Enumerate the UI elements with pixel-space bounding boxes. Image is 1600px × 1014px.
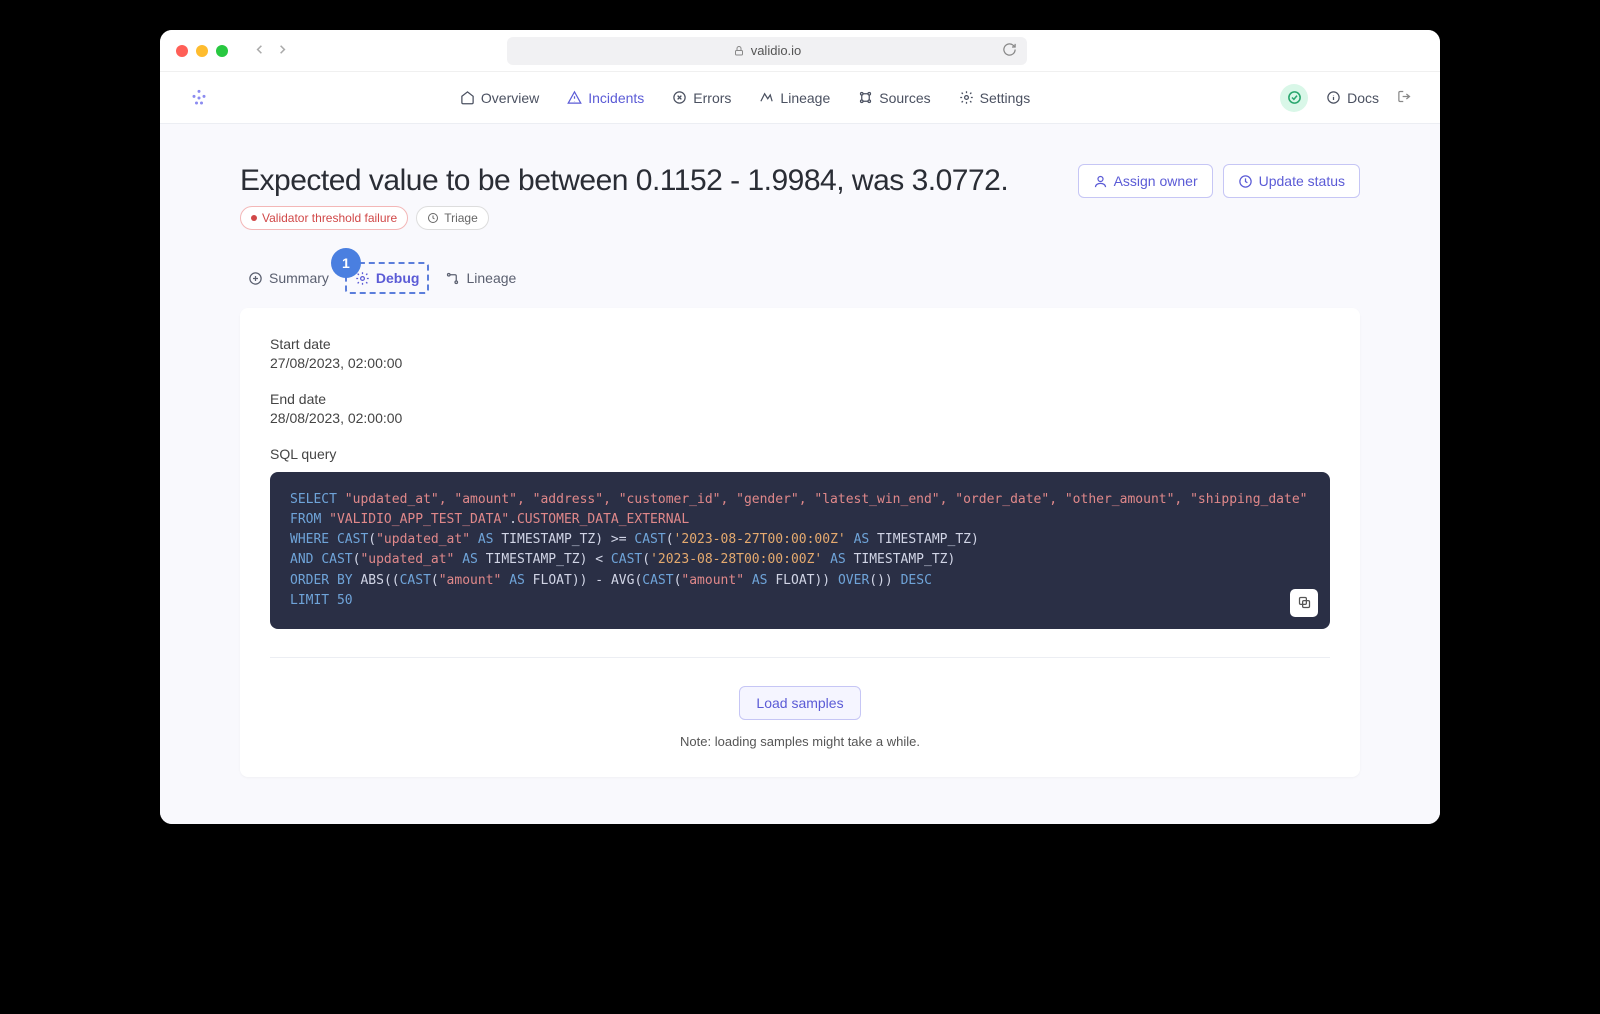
lineage-icon bbox=[759, 90, 774, 105]
minimize-window[interactable] bbox=[196, 45, 208, 57]
maximize-window[interactable] bbox=[216, 45, 228, 57]
traffic-lights bbox=[176, 45, 228, 57]
nav-settings-label: Settings bbox=[980, 90, 1031, 106]
browser-nav-arrows bbox=[252, 42, 290, 60]
badge-failure: Validator threshold failure bbox=[240, 206, 408, 230]
end-date-value: 28/08/2023, 02:00:00 bbox=[270, 410, 1330, 426]
assign-owner-label: Assign owner bbox=[1114, 173, 1198, 189]
copy-icon bbox=[1297, 595, 1312, 610]
load-note: Note: loading samples might take a while… bbox=[270, 734, 1330, 749]
lineage-icon bbox=[445, 271, 460, 286]
start-date-label: Start date bbox=[270, 336, 1330, 352]
page-title: Expected value to be between 0.1152 - 1.… bbox=[240, 164, 1008, 198]
info-icon bbox=[1326, 90, 1341, 105]
nav-right: Docs bbox=[1280, 84, 1412, 112]
nav-sources-label: Sources bbox=[879, 90, 930, 106]
load-section: Load samples Note: loading samples might… bbox=[270, 686, 1330, 749]
nav-lineage[interactable]: Lineage bbox=[759, 90, 830, 106]
browser-window: validio.io Overview Incidents Errors bbox=[160, 30, 1440, 824]
nav-incidents-label: Incidents bbox=[588, 90, 644, 106]
tab-lineage[interactable]: Lineage bbox=[437, 264, 524, 292]
status-indicator[interactable] bbox=[1280, 84, 1308, 112]
badge-triage-label: Triage bbox=[444, 211, 478, 225]
start-date-value: 27/08/2023, 02:00:00 bbox=[270, 355, 1330, 371]
debug-panel: Start date 27/08/2023, 02:00:00 End date… bbox=[240, 308, 1360, 777]
back-button[interactable] bbox=[252, 42, 267, 60]
tab-summary-label: Summary bbox=[269, 270, 329, 286]
forward-button[interactable] bbox=[275, 42, 290, 60]
logout-icon[interactable] bbox=[1397, 89, 1412, 107]
nav-settings[interactable]: Settings bbox=[959, 90, 1031, 106]
nav-center: Overview Incidents Errors Lineage Source… bbox=[460, 90, 1030, 106]
warning-icon bbox=[567, 90, 582, 105]
badges-row: Validator threshold failure Triage bbox=[240, 206, 1008, 230]
load-samples-button[interactable]: Load samples bbox=[739, 686, 860, 720]
error-icon bbox=[672, 90, 687, 105]
reload-icon[interactable] bbox=[1002, 42, 1017, 60]
nav-overview[interactable]: Overview bbox=[460, 90, 539, 106]
nav-errors[interactable]: Errors bbox=[672, 90, 731, 106]
check-icon bbox=[1287, 90, 1302, 105]
home-icon bbox=[460, 90, 475, 105]
plus-circle-icon bbox=[248, 271, 263, 286]
page-header: Expected value to be between 0.1152 - 1.… bbox=[240, 164, 1360, 230]
clock-icon bbox=[1238, 174, 1253, 189]
nav-docs[interactable]: Docs bbox=[1326, 90, 1379, 106]
gear-icon bbox=[959, 90, 974, 105]
nav-errors-label: Errors bbox=[693, 90, 731, 106]
close-window[interactable] bbox=[176, 45, 188, 57]
url-text: validio.io bbox=[751, 43, 802, 58]
tab-lineage-label: Lineage bbox=[466, 270, 516, 286]
nav-lineage-label: Lineage bbox=[780, 90, 830, 106]
url-bar[interactable]: validio.io bbox=[507, 37, 1027, 65]
app-topnav: Overview Incidents Errors Lineage Source… bbox=[160, 72, 1440, 124]
assign-owner-button[interactable]: Assign owner bbox=[1078, 164, 1213, 198]
update-status-button[interactable]: Update status bbox=[1223, 164, 1360, 198]
nav-sources[interactable]: Sources bbox=[858, 90, 930, 106]
nav-overview-label: Overview bbox=[481, 90, 539, 106]
detail-tabs: Summary 1 Debug Lineage bbox=[240, 262, 1360, 294]
copy-sql-button[interactable] bbox=[1290, 589, 1318, 617]
clock-icon bbox=[427, 212, 439, 224]
sources-icon bbox=[858, 90, 873, 105]
end-date-label: End date bbox=[270, 391, 1330, 407]
nav-incidents[interactable]: Incidents bbox=[567, 90, 644, 106]
badge-failure-label: Validator threshold failure bbox=[262, 211, 397, 225]
header-actions: Assign owner Update status bbox=[1078, 164, 1360, 198]
badge-triage: Triage bbox=[416, 206, 489, 230]
lock-icon bbox=[733, 45, 745, 57]
update-status-label: Update status bbox=[1259, 173, 1345, 189]
tab-debug-label: Debug bbox=[376, 270, 420, 286]
tab-summary[interactable]: Summary bbox=[240, 264, 337, 292]
dot-icon bbox=[251, 215, 257, 221]
nav-docs-label: Docs bbox=[1347, 90, 1379, 106]
app-logo[interactable] bbox=[188, 87, 210, 109]
tab-debug[interactable]: 1 Debug bbox=[345, 262, 430, 294]
sql-label: SQL query bbox=[270, 446, 1330, 462]
window-titlebar: validio.io bbox=[160, 30, 1440, 72]
sql-codeblock: SELECT "updated_at", "amount", "address"… bbox=[270, 472, 1330, 629]
divider bbox=[270, 657, 1330, 658]
user-icon bbox=[1093, 174, 1108, 189]
page-content: Expected value to be between 0.1152 - 1.… bbox=[160, 124, 1440, 824]
callout-badge: 1 bbox=[331, 248, 361, 278]
